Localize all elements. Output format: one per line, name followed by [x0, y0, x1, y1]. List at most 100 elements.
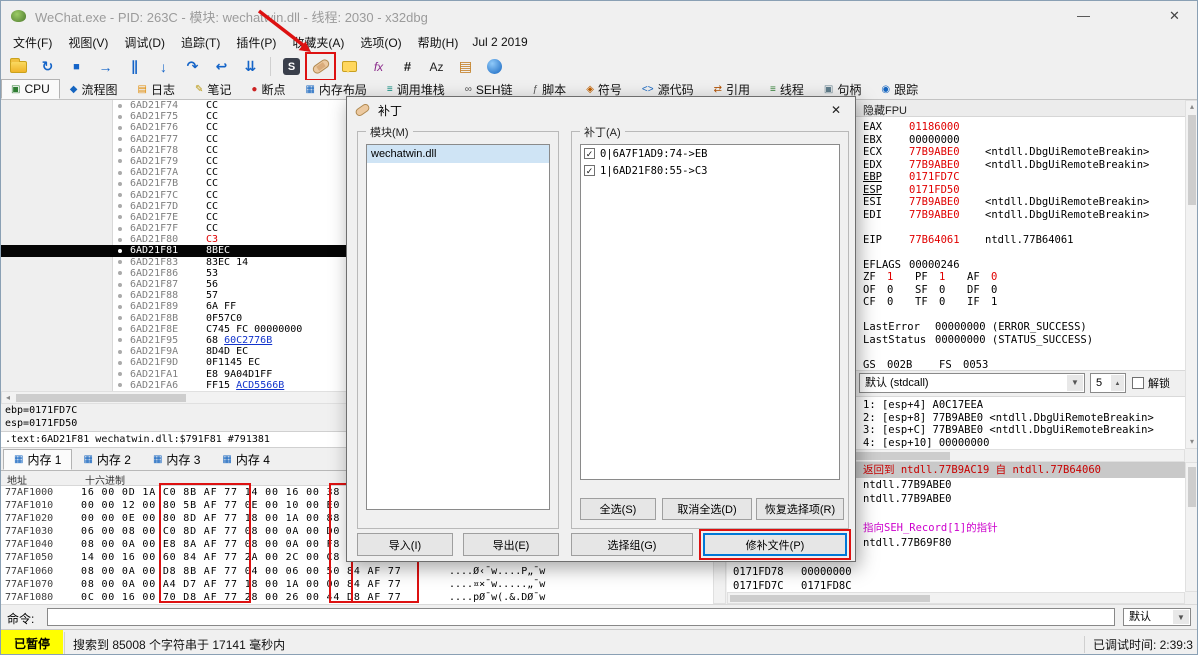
- pause-icon[interactable]: ∥: [121, 54, 148, 79]
- tab-breakpoints[interactable]: ● 断点: [241, 79, 295, 99]
- stack-row[interactable]: 0171FD78 00000000: [727, 565, 1185, 580]
- breakpoint-dot[interactable]: [118, 204, 122, 209]
- memory-tab-2[interactable]: ▦ 内存 2: [72, 449, 141, 470]
- close-button[interactable]: ✕: [1152, 1, 1197, 31]
- unlock-checkbox[interactable]: [1132, 377, 1144, 389]
- chevron-down-icon[interactable]: ▼: [1173, 610, 1189, 624]
- calling-convention-select[interactable]: 默认 (stdcall) ▼: [859, 373, 1085, 393]
- breakpoint-dot[interactable]: [118, 114, 122, 119]
- command-profile-select[interactable]: 默认 ▼: [1123, 608, 1191, 626]
- patch-list[interactable]: ✓ 0|6A7F1AD9:74->EB ✓ 1|6AD21F80:55->C3: [580, 144, 840, 480]
- menu-item-3[interactable]: 调试(D): [116, 31, 173, 54]
- breakpoint-dot[interactable]: [118, 360, 122, 365]
- run-icon[interactable]: →: [92, 54, 119, 79]
- breakpoint-dot[interactable]: [118, 338, 122, 343]
- patch-checkbox[interactable]: ✓: [584, 165, 595, 176]
- command-input[interactable]: [47, 608, 1115, 626]
- module-list[interactable]: wechatwin.dll: [366, 144, 550, 510]
- select-all-button[interactable]: 全选(S): [580, 498, 656, 520]
- hide-fpu-button[interactable]: 隐藏FPU: [863, 102, 907, 118]
- flags-row[interactable]: OF 0 SF 0 DF 0: [863, 284, 1193, 297]
- breakpoint-dot[interactable]: [118, 181, 122, 186]
- flags-row[interactable]: CF 0 TF 0 IF 1: [863, 296, 1193, 309]
- patch-item[interactable]: ✓ 1|6AD21F80:55->C3: [581, 162, 839, 179]
- stack-vertical-scrollbar[interactable]: [1185, 462, 1197, 592]
- menu-item-7[interactable]: 选项(O): [352, 31, 409, 54]
- step-into-icon[interactable]: ↓: [150, 54, 177, 79]
- tab-cpu[interactable]: ▣ CPU: [1, 79, 60, 99]
- deselect-all-button[interactable]: 取消全选(D): [662, 498, 752, 520]
- breakpoint-dot[interactable]: [118, 327, 122, 332]
- scrollbar-thumb[interactable]: [1188, 467, 1196, 507]
- breakpoint-dot[interactable]: [118, 237, 122, 242]
- registers-vertical-scrollbar[interactable]: ▴ ▾: [1185, 100, 1197, 449]
- breakpoint-dot[interactable]: [118, 248, 122, 253]
- chevron-down-icon[interactable]: ▼: [1067, 375, 1083, 391]
- tab-log[interactable]: ▤ 日志: [128, 79, 185, 99]
- memory-tab-1[interactable]: ▦ 内存 1: [3, 449, 73, 470]
- scrollbar-thumb[interactable]: [16, 394, 186, 402]
- patch-icon[interactable]: [307, 54, 334, 79]
- menu-item-4[interactable]: 追踪(T): [173, 31, 228, 54]
- register-esp[interactable]: ESP 0171FD50: [863, 184, 1193, 197]
- module-item[interactable]: wechatwin.dll: [367, 145, 549, 163]
- window-titlebar[interactable]: WeChat.exe - PID: 263C - 模块: wechatwin.d…: [1, 1, 1197, 31]
- breakpoint-dot[interactable]: [118, 349, 122, 354]
- stepper-arrows-icon[interactable]: ▲▼: [1111, 375, 1124, 405]
- import-button[interactable]: 导入(I): [357, 533, 453, 556]
- register-lasterror[interactable]: LastError 00000000 (ERROR_SUCCESS): [863, 321, 1193, 334]
- patch-dialog-titlebar[interactable]: 补丁 ✕: [347, 97, 855, 123]
- register-ecx[interactable]: ECX 77B9ABE0 <ntdll.DbgUiRemoteBreakin>: [863, 146, 1193, 159]
- breakpoint-dot[interactable]: [118, 304, 122, 309]
- breakpoint-dot[interactable]: [118, 159, 122, 164]
- unlock-checkbox-group[interactable]: 解锁: [1132, 375, 1170, 391]
- register-edx[interactable]: EDX 77B9ABE0 <ntdll.DbgUiRemoteBreakin>: [863, 159, 1193, 172]
- memory-tab-4[interactable]: ▦ 内存 4: [211, 449, 280, 470]
- scylla-icon[interactable]: S: [278, 54, 305, 79]
- scroll-up-icon[interactable]: ▴: [1186, 101, 1197, 113]
- globe-icon[interactable]: [481, 54, 508, 79]
- hash-icon[interactable]: #: [394, 54, 421, 79]
- scroll-left-icon[interactable]: ◂: [2, 392, 14, 404]
- select-group-button[interactable]: 选择组(G): [571, 533, 693, 556]
- register-ebp[interactable]: EBP 0171FD7C: [863, 171, 1193, 184]
- stop-icon[interactable]: ■: [63, 54, 90, 79]
- dialog-close-button[interactable]: ✕: [821, 100, 851, 120]
- az-icon[interactable]: Az: [423, 54, 450, 79]
- register-esi[interactable]: ESI 77B9ABE0 <ntdll.DbgUiRemoteBreakin>: [863, 196, 1193, 209]
- breakpoint-dot[interactable]: [118, 383, 122, 388]
- breakpoint-dot[interactable]: [118, 125, 122, 130]
- register-eflags[interactable]: EFLAGS 00000246: [863, 259, 1193, 272]
- scrollbar-thumb[interactable]: [1188, 115, 1196, 205]
- open-file-icon[interactable]: [5, 54, 32, 79]
- stack-horizontal-scrollbar[interactable]: [727, 592, 1185, 604]
- tab-notes[interactable]: ✎ 笔记: [185, 79, 241, 99]
- argument-count-stepper[interactable]: 5 ▲▼: [1090, 373, 1126, 405]
- breakpoint-dot[interactable]: [118, 260, 122, 265]
- stack-row[interactable]: 0171FD7C 0171FD8C: [727, 579, 1185, 592]
- breakpoint-dot[interactable]: [118, 316, 122, 321]
- breakpoint-dot[interactable]: [118, 148, 122, 153]
- flags-row[interactable]: ZF 1 PF 1 AF 0: [863, 271, 1193, 284]
- patch-file-button[interactable]: 修补文件(P): [699, 529, 851, 560]
- restore-selected-button[interactable]: 恢复选择项(R): [756, 498, 844, 520]
- restart-icon[interactable]: ↻: [34, 54, 61, 79]
- patch-item[interactable]: ✓ 0|6A7F1AD9:74->EB: [581, 145, 839, 162]
- notepad-icon[interactable]: ▤: [452, 54, 479, 79]
- execute-till-return-icon[interactable]: ↩: [208, 54, 235, 79]
- breakpoint-dot[interactable]: [118, 170, 122, 175]
- breakpoint-dot[interactable]: [118, 193, 122, 197]
- register-eip[interactable]: EIP 77B64061 ntdll.77B64061: [863, 234, 1193, 247]
- tab-graph[interactable]: ◆ 流程图: [60, 79, 128, 99]
- breakpoint-dot[interactable]: [118, 226, 122, 231]
- tab-trace[interactable]: ◉ 跟踪: [871, 79, 928, 99]
- breakpoint-dot[interactable]: [118, 372, 122, 376]
- minimize-button[interactable]: —: [1061, 1, 1106, 31]
- menu-item-1[interactable]: 文件(F): [5, 31, 60, 54]
- patch-checkbox[interactable]: ✓: [584, 148, 595, 159]
- register-edi[interactable]: EDI 77B9ABE0 <ntdll.DbgUiRemoteBreakin>: [863, 209, 1193, 222]
- breakpoint-dot[interactable]: [118, 137, 122, 142]
- animate-into-icon[interactable]: ⇊: [237, 54, 264, 79]
- memory-tab-3[interactable]: ▦ 内存 3: [142, 449, 211, 470]
- breakpoint-dot[interactable]: [118, 282, 122, 287]
